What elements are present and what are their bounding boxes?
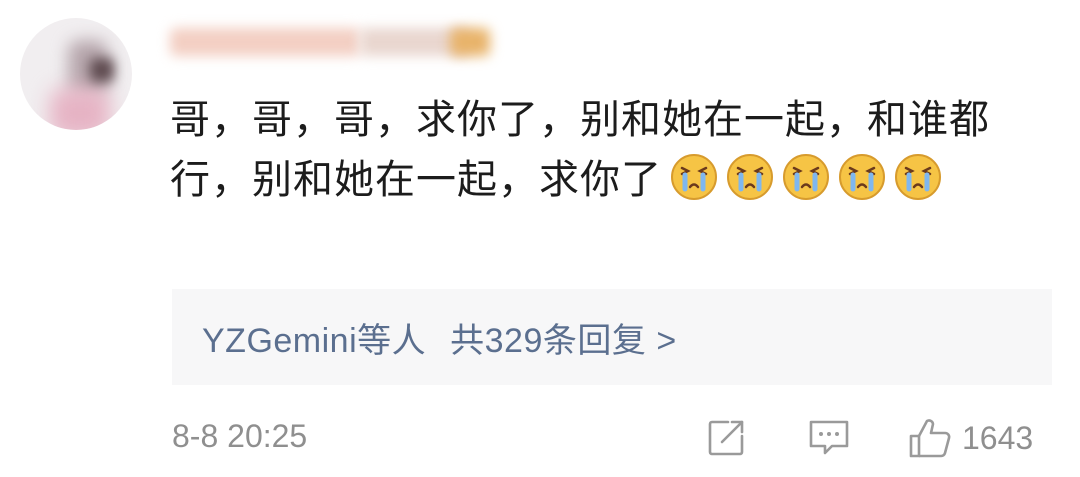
like-count: 1643 <box>962 419 1034 456</box>
share-icon[interactable] <box>706 418 746 458</box>
like-button[interactable]: 1643 <box>908 416 1033 460</box>
crying-emoji <box>838 153 886 201</box>
comment-icon[interactable] <box>808 418 850 458</box>
username-blur-segment <box>170 28 360 56</box>
avatar-blur-region <box>50 88 110 130</box>
crying-emoji <box>894 153 942 201</box>
replies-summary: YZGemini等人 <box>202 321 427 360</box>
crying-emoji <box>670 153 718 201</box>
crying-emoji <box>726 153 774 201</box>
avatar-blur-region <box>90 58 114 82</box>
comment-body: 哥，哥，哥，求你了，别和她在一起，和谁都行，别和她在一起，求你了 <box>170 90 1050 210</box>
comment-footer: 8-8 20:25 1643 <box>172 414 1052 462</box>
thumbs-up-icon <box>908 416 952 460</box>
replies-count: 共329条回复 > <box>450 321 677 360</box>
timestamp: 8-8 20:25 <box>172 418 308 454</box>
avatar[interactable] <box>20 18 132 130</box>
replies-link[interactable]: YZGemini等人 共329条回复 > <box>202 313 677 362</box>
replies-preview[interactable]: YZGemini等人 共329条回复 > <box>172 289 1052 385</box>
username-blurred[interactable] <box>170 18 490 66</box>
username-blur-segment <box>450 28 490 56</box>
crying-emoji <box>782 153 830 201</box>
